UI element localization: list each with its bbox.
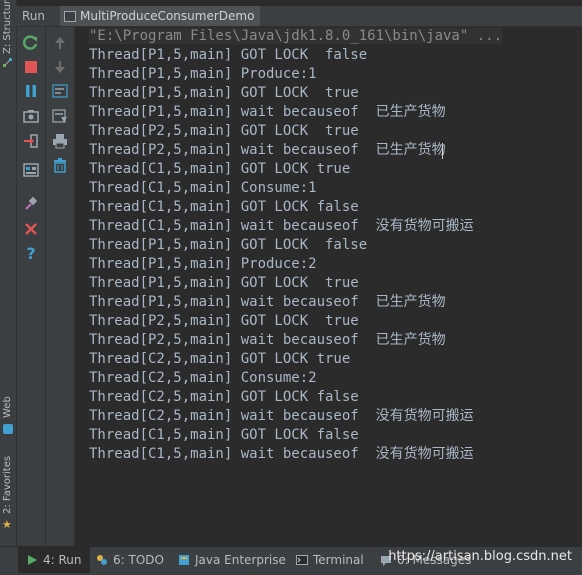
console-line: Thread[C2,5,main] wait becauseof 没有货物可搬运 (89, 408, 474, 424)
pin-icon (25, 196, 38, 210)
run-toolbar-primary: ? (17, 27, 46, 546)
run-config-icon (64, 10, 76, 22)
java-enterprise-icon (179, 555, 189, 565)
star-icon: ★ (2, 518, 12, 531)
trash-icon (54, 158, 66, 173)
bottom-tool-bar: 4: Run 6: TODO Java Enterprise Terminal … (0, 546, 582, 575)
console-line: Thread[P1,5,main] Produce:1 (89, 66, 317, 82)
layout-button[interactable] (21, 160, 41, 180)
run-icon (28, 555, 37, 565)
console-line: Thread[C1,5,main] wait becauseof 没有货物可搬运 (89, 446, 474, 462)
side-tool-strip: Z: Structure Web 2: Favorites ★ (0, 0, 17, 546)
bottom-tab-run-label: 4: Run (43, 553, 82, 567)
console-line: Thread[P1,5,main] GOT LOCK false (89, 47, 368, 63)
close-icon (25, 223, 37, 235)
console-line: Thread[C1,5,main] GOT LOCK false (89, 427, 359, 443)
rerun-icon (23, 35, 38, 50)
arrow-up-icon (55, 37, 65, 49)
close-button[interactable] (21, 219, 41, 239)
layout-icon (23, 163, 39, 177)
side-tab-favorites-label: 2: Favorites (2, 455, 13, 514)
console-line: Thread[C1,5,main] wait becauseof 没有货物可搬运 (89, 218, 474, 234)
console-line: Thread[C2,5,main] GOT LOCK true (89, 351, 351, 367)
run-header: Run MultiProduceConsumerDemo (16, 6, 582, 27)
run-toolbar-secondary (46, 27, 75, 546)
stop-button[interactable] (21, 57, 41, 77)
arrow-down-icon (55, 61, 65, 73)
stop-icon (25, 61, 37, 73)
console-line: Thread[P2,5,main] wait becauseof 已生产货物 (89, 332, 446, 348)
camera-icon (23, 110, 39, 123)
pause-icon (26, 85, 36, 97)
console-line: Thread[P2,5,main] GOT LOCK true (89, 123, 359, 139)
console-line: Thread[C1,5,main] GOT LOCK true (89, 161, 351, 177)
print-icon (53, 134, 67, 149)
question-mark-icon: ? (26, 243, 36, 263)
console-line: Thread[C1,5,main] Consume:1 (89, 180, 317, 196)
scroll-down-button[interactable] (50, 57, 70, 77)
console-line: Thread[P1,5,main] GOT LOCK true (89, 275, 359, 291)
bottom-tab-run[interactable]: 4: Run (18, 547, 90, 573)
side-tab-favorites[interactable]: 2: Favorites ★ (0, 452, 16, 532)
side-tab-structure-label: Z: Structure (2, 0, 13, 54)
console-line: Thread[P2,5,main] wait becauseof 已生产货物 (89, 142, 446, 158)
soft-wrap-icon (52, 84, 68, 98)
console-output[interactable]: "E:\Program Files\Java\jdk1.8.0_161\bin\… (76, 27, 582, 546)
bottom-tab-todo-label: 6: TODO (113, 553, 164, 567)
print-button[interactable] (50, 131, 70, 151)
console-line: Thread[P1,5,main] wait becauseof 已生产货物 (89, 294, 446, 310)
bottom-tab-terminal-label: Terminal (313, 553, 364, 567)
structure-icon (3, 58, 13, 68)
pause-button[interactable] (21, 81, 41, 101)
console-line: Thread[P1,5,main] Produce:2 (89, 256, 317, 272)
watermark: https://artisan.blog.csdn.net (388, 549, 572, 564)
console-line: Thread[P1,5,main] GOT LOCK true (89, 85, 359, 101)
help-button[interactable]: ? (21, 243, 41, 263)
pin-tab-button[interactable] (21, 194, 41, 214)
exit-icon (24, 134, 38, 148)
bottom-tab-terminal[interactable]: Terminal (296, 547, 364, 573)
text-caret (442, 143, 443, 159)
web-icon (3, 424, 13, 434)
console-command-line: "E:\Program Files\Java\jdk1.8.0_161\bin\… (89, 27, 503, 46)
exit-button[interactable] (21, 131, 41, 151)
clear-all-button[interactable] (50, 155, 70, 175)
console-line: Thread[C1,5,main] GOT LOCK false (89, 199, 359, 215)
console-command-text: "E:\Program Files\Java\jdk1.8.0_161\bin\… (89, 28, 503, 44)
console-line: Thread[C2,5,main] Consume:2 (89, 370, 317, 386)
bottom-tab-java-enterprise-label: Java Enterprise (195, 553, 286, 567)
side-tab-web-label: Web (2, 396, 13, 418)
console-line: Thread[P1,5,main] GOT LOCK false (89, 237, 368, 253)
dump-threads-button[interactable] (21, 106, 41, 126)
soft-wrap-button[interactable] (50, 81, 70, 101)
todo-icon (97, 555, 107, 565)
side-tab-structure[interactable]: Z: Structure (0, 0, 16, 67)
side-tab-web[interactable]: Web (0, 392, 16, 438)
scroll-to-end-button[interactable] (50, 106, 70, 126)
run-config-title: MultiProduceConsumerDemo (80, 9, 255, 23)
run-panel-label: Run (22, 9, 46, 23)
console-line: Thread[P2,5,main] GOT LOCK true (89, 313, 359, 329)
run-config-tab[interactable]: MultiProduceConsumerDemo (60, 6, 261, 26)
console-line: Thread[C2,5,main] GOT LOCK false (89, 389, 359, 405)
console-line: Thread[P1,5,main] wait becauseof 已生产货物 (89, 104, 446, 120)
bottom-tab-java-enterprise[interactable]: Java Enterprise (178, 547, 286, 573)
bottom-tab-todo[interactable]: 6: TODO (96, 547, 164, 573)
scroll-to-end-icon (52, 109, 67, 123)
terminal-icon (296, 555, 308, 565)
rerun-button[interactable] (21, 33, 41, 53)
scroll-up-button[interactable] (50, 33, 70, 53)
